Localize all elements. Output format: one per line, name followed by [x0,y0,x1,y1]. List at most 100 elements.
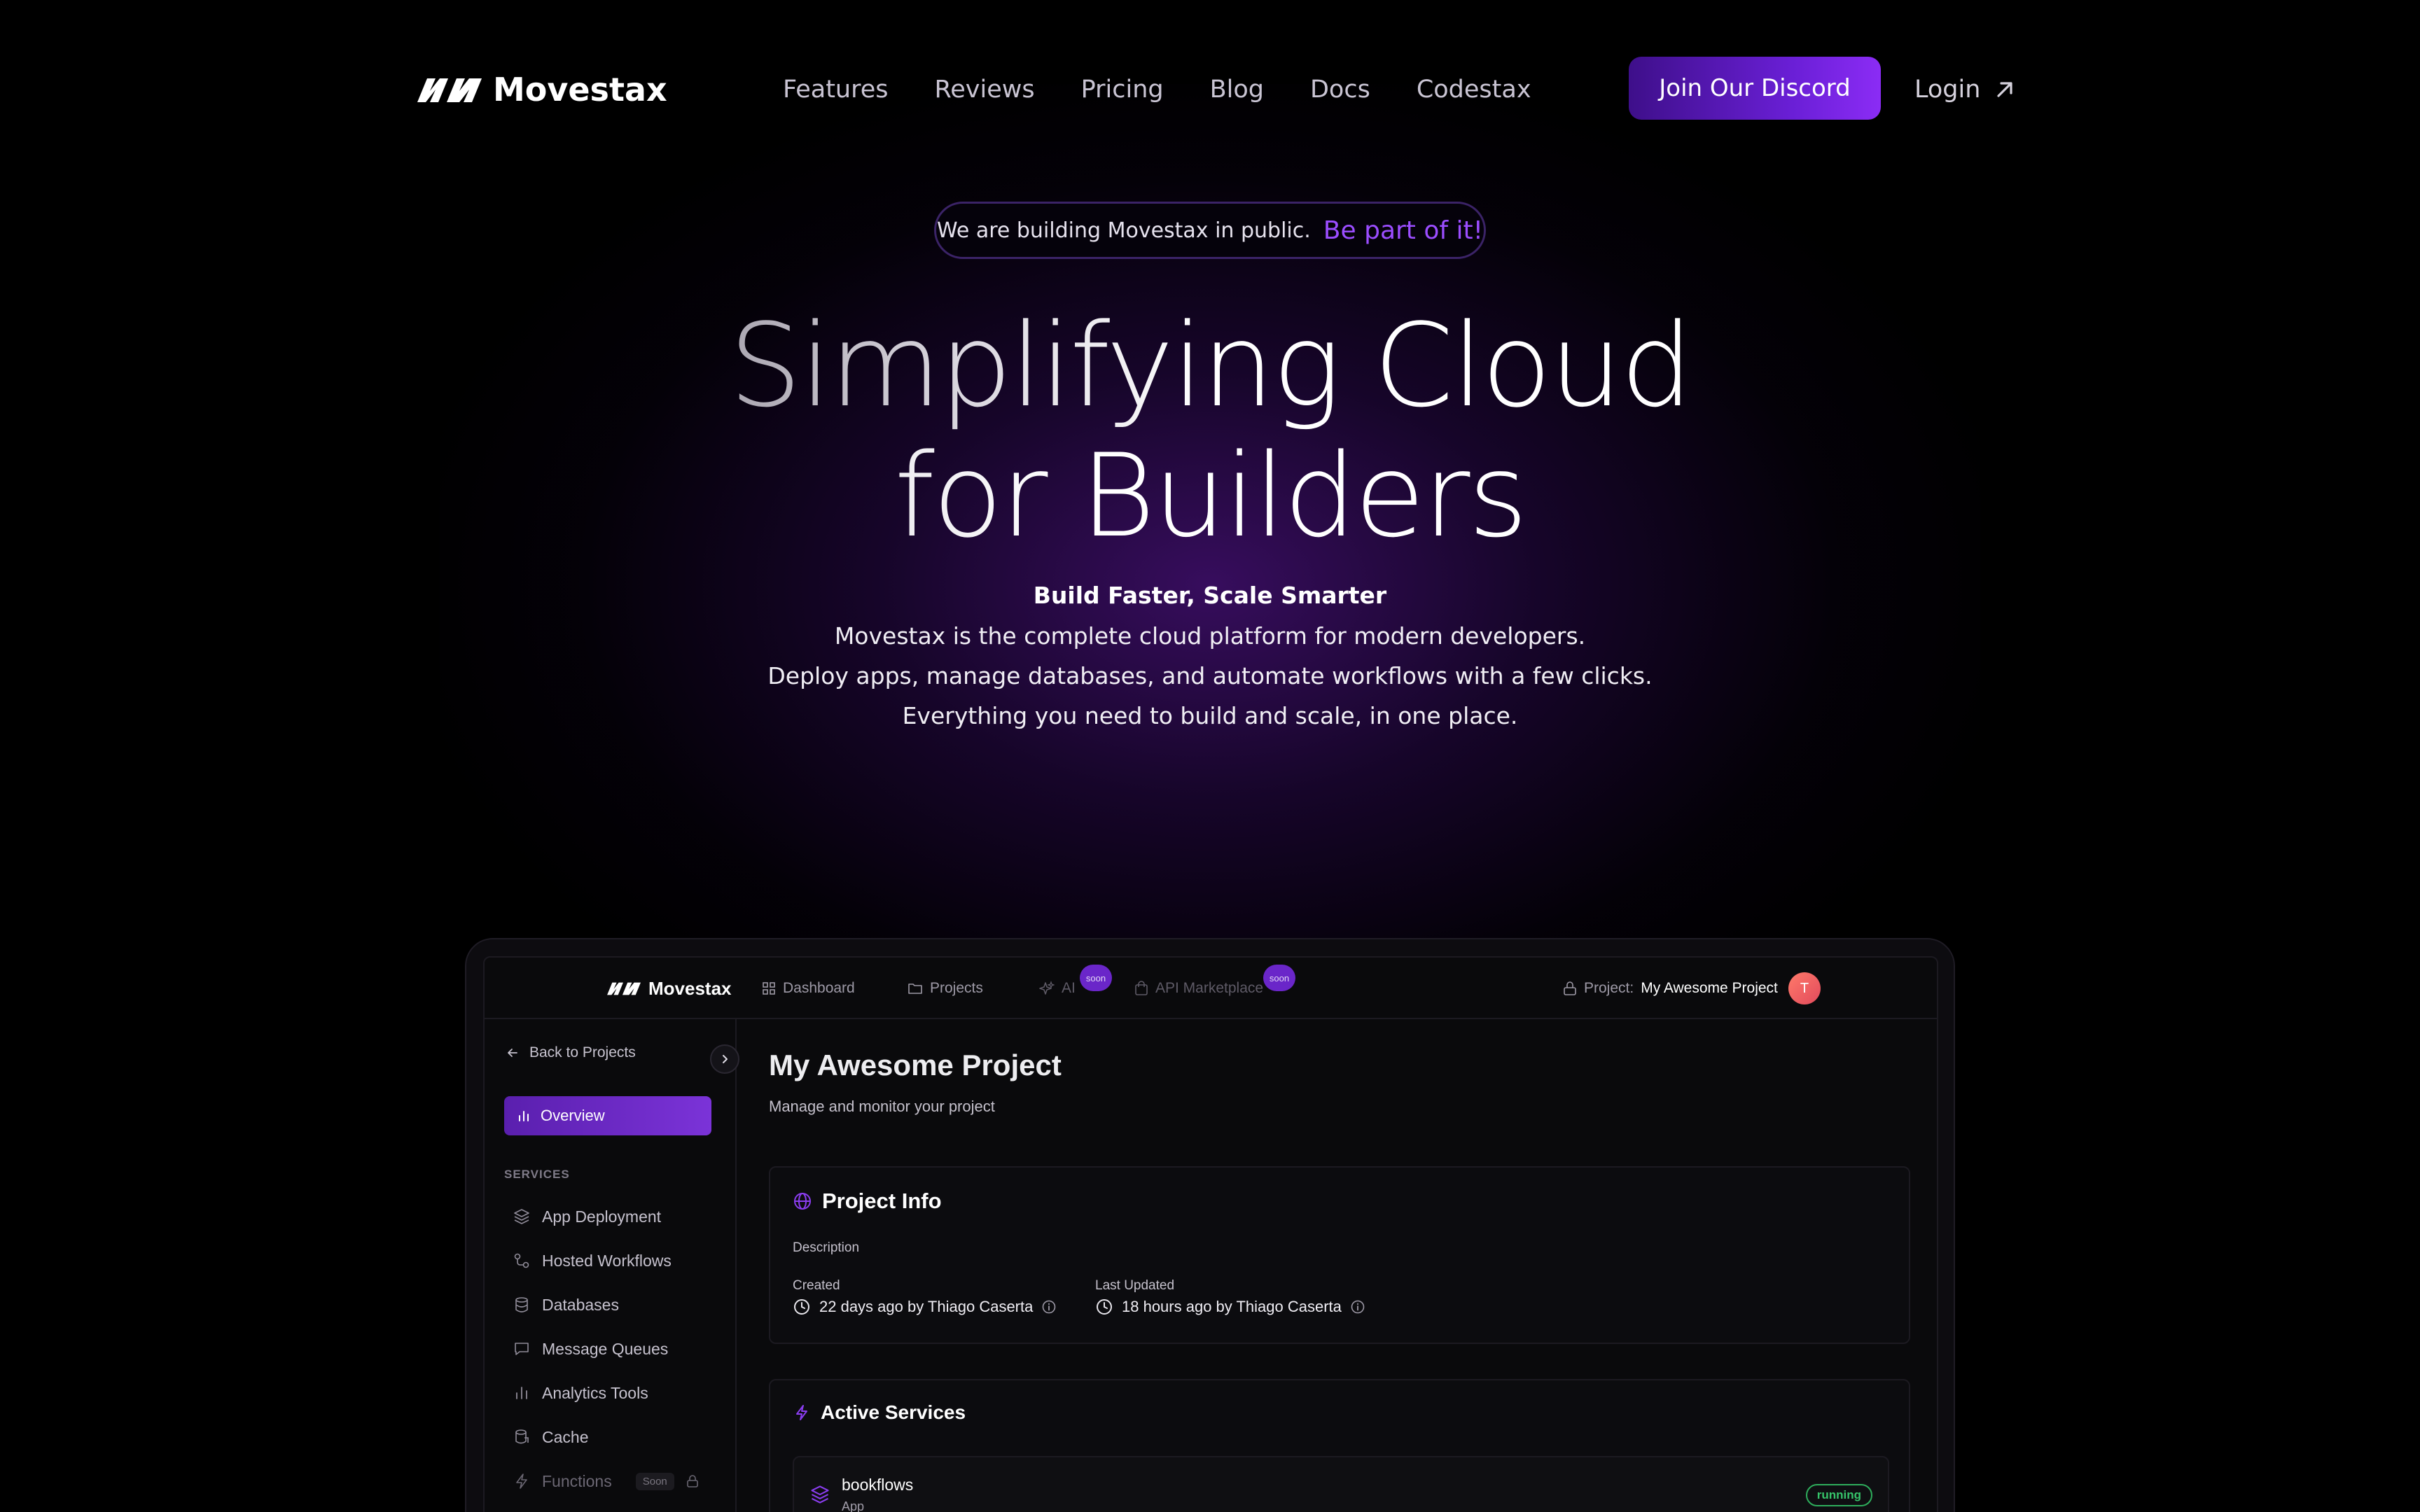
services-section-label: SERVICES [504,1168,570,1181]
sidebar-item-label: Databases [542,1295,619,1314]
service-row[interactable]: bookflows App running [793,1456,1889,1512]
status-badge: running [1805,1484,1872,1506]
bar-chart-icon [516,1387,527,1399]
back-to-projects[interactable]: Back to Projects [506,1044,636,1061]
join-discord-button[interactable]: Join Our Discord [1629,57,1881,120]
clock-icon [794,1299,809,1315]
folder-icon [908,983,922,994]
cache-icon [515,1429,529,1444]
login-label: Login [1914,76,1981,104]
bag-icon [1135,981,1148,995]
hero-title-line1: Simplifying Cloud [580,301,1840,431]
back-label: Back to Projects [529,1044,636,1060]
sidebar-item-message-queues[interactable]: Message Queues [513,1335,668,1363]
brand-logo[interactable]: Movestax [416,67,667,112]
lock-icon [686,1475,698,1488]
created-value: 22 days ago by Thiago Caserta [793,1298,1057,1316]
sidebar-toggle-button[interactable] [710,1044,739,1074]
nav-link-features[interactable]: Features [783,69,889,111]
globe-icon [794,1193,811,1210]
service-name: bookflows [842,1476,914,1494]
topbar-dashboard-label: Dashboard [783,980,855,996]
service-type: App [842,1499,865,1512]
nav-links: Features Reviews Pricing Blog Docs Codes… [783,69,1531,111]
soon-badge: Soon [635,1472,674,1490]
app-topbar: Movestax Dashboard Projects AI soon API … [485,958,1937,1019]
pill-link[interactable]: Be part of it! [1323,216,1483,245]
topbar-dashboard[interactable]: Dashboard [762,973,855,1004]
topbar-ai-label: AI [1062,980,1076,996]
sidebar-item-databases[interactable]: Databases [513,1291,619,1319]
app-brand-name: Movestax [648,977,732,999]
sidebar-item-label: App Deployment [542,1207,662,1226]
sidebar-item-functions[interactable]: Functions Soon [513,1467,700,1495]
active-services-card: Active Services bookflows App running [769,1379,1910,1512]
nav-link-blog[interactable]: Blog [1210,69,1264,111]
app-main: My Awesome Project Manage and monitor yo… [738,1019,1937,1512]
pill-text: We are building Movestax in public. [936,218,1311,243]
nav-link-reviews[interactable]: Reviews [935,69,1035,111]
database-icon [515,1297,528,1312]
info-icon[interactable] [1350,1299,1365,1315]
brand-name: Movestax [493,71,667,108]
card-title-label: Active Services [821,1401,966,1423]
arrow-left-icon [508,1049,517,1057]
lock-icon [1564,981,1576,995]
project-info-card: Project Info Description Created 22 days… [769,1166,1910,1344]
app-sidebar: Back to Projects Overview SERVICES App D… [485,1019,739,1512]
chevron-right-icon [723,1055,728,1063]
sidebar-item-hosted-workflows[interactable]: Hosted Workflows [513,1247,672,1275]
sidebar-item-cache[interactable]: Cache [513,1423,588,1451]
sidebar-item-analytics-tools[interactable]: Analytics Tools [513,1379,648,1407]
sparkle-icon [1039,981,1055,995]
project-info-title: Project Info [793,1189,942,1214]
nav-link-docs[interactable]: Docs [1310,69,1370,111]
message-icon [515,1343,529,1355]
sidebar-item-label: Cache [542,1427,589,1446]
login-link[interactable]: Login [1914,69,2015,111]
sidebar-item-label: Overview [541,1107,605,1124]
sidebar-item-overview[interactable]: Overview [504,1096,711,1135]
page-title: My Awesome Project [769,1049,1062,1082]
sidebar-item-label: Message Queues [542,1339,669,1358]
sidebar-item-app-deployment[interactable]: App Deployment [513,1203,661,1231]
active-services-title: Active Services [793,1401,966,1424]
project-selector[interactable]: Project: My Awesome Project [1563,973,1778,1004]
hero-title: Simplifying Cloud for Builders [580,301,1840,561]
card-title-label: Project Info [822,1189,942,1213]
workflow-icon [514,1253,529,1268]
avatar[interactable]: T [1788,972,1821,1004]
created-label: Created [793,1278,840,1293]
ai-soon-badge: soon [1080,965,1112,991]
last-updated-value: 18 hours ago by Thiago Caserta [1095,1298,1365,1316]
topbar-projects-label: Projects [930,980,983,996]
hero-description-line: Deploy apps, manage databases, and autom… [767,662,1653,690]
hero-title-line2: for Builders [580,431,1840,561]
arrow-up-right-icon [1997,82,2013,97]
hero-description-line: Movestax is the complete cloud platform … [834,622,1586,650]
nav-link-pricing[interactable]: Pricing [1081,69,1164,111]
topbar-ai[interactable]: AI [1039,973,1076,1004]
clock-icon [1097,1299,1112,1315]
movestax-logo-icon [607,982,641,995]
project-label: Project: [1584,980,1634,996]
info-icon[interactable] [1041,1299,1057,1315]
topbar-projects[interactable]: Projects [908,973,983,1004]
page-subtitle: Manage and monitor your project [769,1098,995,1115]
description-label: Description [793,1240,860,1255]
nav-link-codestax[interactable]: Codestax [1417,69,1531,111]
app-logo[interactable]: Movestax [606,973,732,1004]
app-preview: Movestax Dashboard Projects AI soon API … [483,956,1938,1512]
project-name: My Awesome Project [1641,980,1778,996]
created-text: 22 days ago by Thiago Caserta [819,1298,1034,1315]
hero-description-line: Everything you need to build and scale, … [902,702,1518,729]
sidebar-item-label: Hosted Workflows [542,1251,672,1270]
api-marketplace-soon-badge: soon [1263,965,1295,991]
hero-subtitle: Build Faster, Scale Smarter Movestax is … [650,575,1770,736]
sidebar-item-label: Functions [542,1471,612,1490]
topbar-api-marketplace-label: API Marketplace [1155,980,1264,996]
bar-chart-icon [519,1111,529,1121]
topbar-api-marketplace[interactable]: API Marketplace [1134,973,1263,1004]
build-in-public-pill[interactable]: We are building Movestax in public. Be p… [934,202,1486,259]
hero-tagline: Build Faster, Scale Smarter [1033,582,1387,609]
